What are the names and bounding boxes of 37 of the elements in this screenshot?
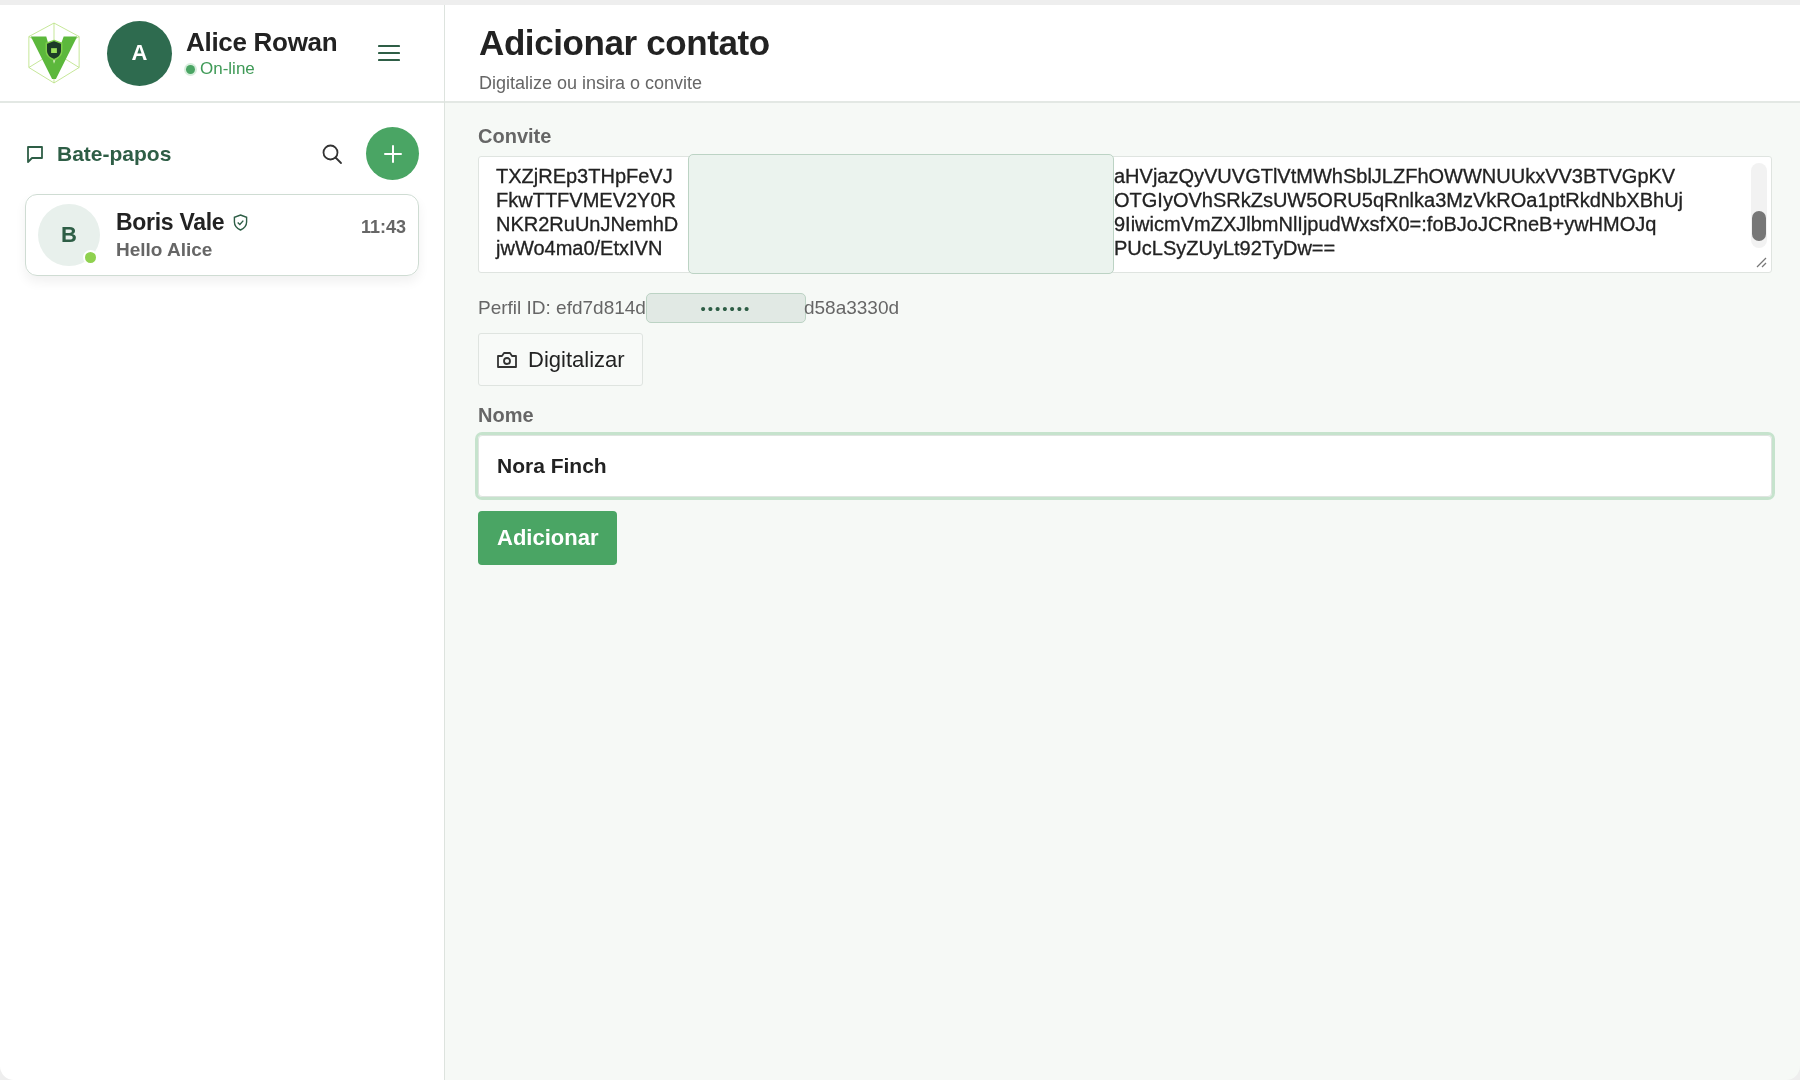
message-preview: Hello Alice (116, 239, 214, 261)
invite-text: NKR2RuUnJNemhD (496, 212, 680, 236)
page-subtitle: Digitalize ou insira o convite (479, 73, 704, 94)
invite-field[interactable] (478, 156, 1772, 273)
logo-icon (25, 21, 83, 85)
new-chat-button[interactable] (366, 127, 419, 180)
scan-button[interactable]: Digitalizar (478, 333, 643, 386)
chat-item[interactable]: B Boris Vale Hello Alice 11:43 (25, 194, 419, 276)
chat-bubble-icon (25, 143, 45, 164)
profile-id-label: Perfil ID: efd7d814d (478, 297, 646, 319)
camera-icon (496, 350, 518, 369)
user-status: On-line (200, 59, 255, 79)
field-label: Convite (478, 125, 552, 148)
name-field[interactable]: Nora Finch (478, 435, 1772, 497)
invite-text: 9IiwicmVmZXJlbmNlIjpudWxsfX0=:foBJoJCRneB+ywHMOJq (1114, 212, 1658, 236)
user-avatar: A (107, 20, 172, 86)
scrollbar[interactable] (1751, 163, 1767, 248)
invite-text: jwWo4ma0/EtxIVN (496, 236, 664, 260)
user-name: Alice Rowan (186, 27, 338, 58)
invite-text: OTGIyOVhSRkZsUW5ORU5qRnlka3MzVkROa1ptRkdNbXBhUj (1114, 188, 1685, 212)
profile-id-end: d58a3330d (803, 297, 900, 319)
menu-icon[interactable] (378, 44, 400, 62)
status-dot-icon (186, 64, 195, 74)
resize-handle-icon[interactable] (1755, 256, 1767, 268)
plus-icon (382, 143, 403, 164)
invite-text: aHVjazQyVUVGTlVtMWhSblJLZFhOWWNUUkxVV3BTVGpKV (1114, 164, 1677, 188)
invite-text: PUcLSyZUyLt92TyDw== (1114, 236, 1337, 260)
page-title: Adicionar contato (479, 23, 771, 63)
contact-avatar: B (38, 204, 100, 266)
message-time: 11:43 (360, 217, 406, 238)
field-label: Nome (478, 404, 534, 427)
invite-text: TXZjREp3THpFeVJ (496, 164, 674, 188)
masked-id: ••••••• (645, 293, 806, 323)
chats-title: Bate-papos (57, 141, 172, 166)
invite-text: FkwTTFVMEV2Y0R (496, 188, 678, 212)
search-icon[interactable] (321, 142, 343, 165)
contact-name: Boris Vale (116, 209, 225, 236)
